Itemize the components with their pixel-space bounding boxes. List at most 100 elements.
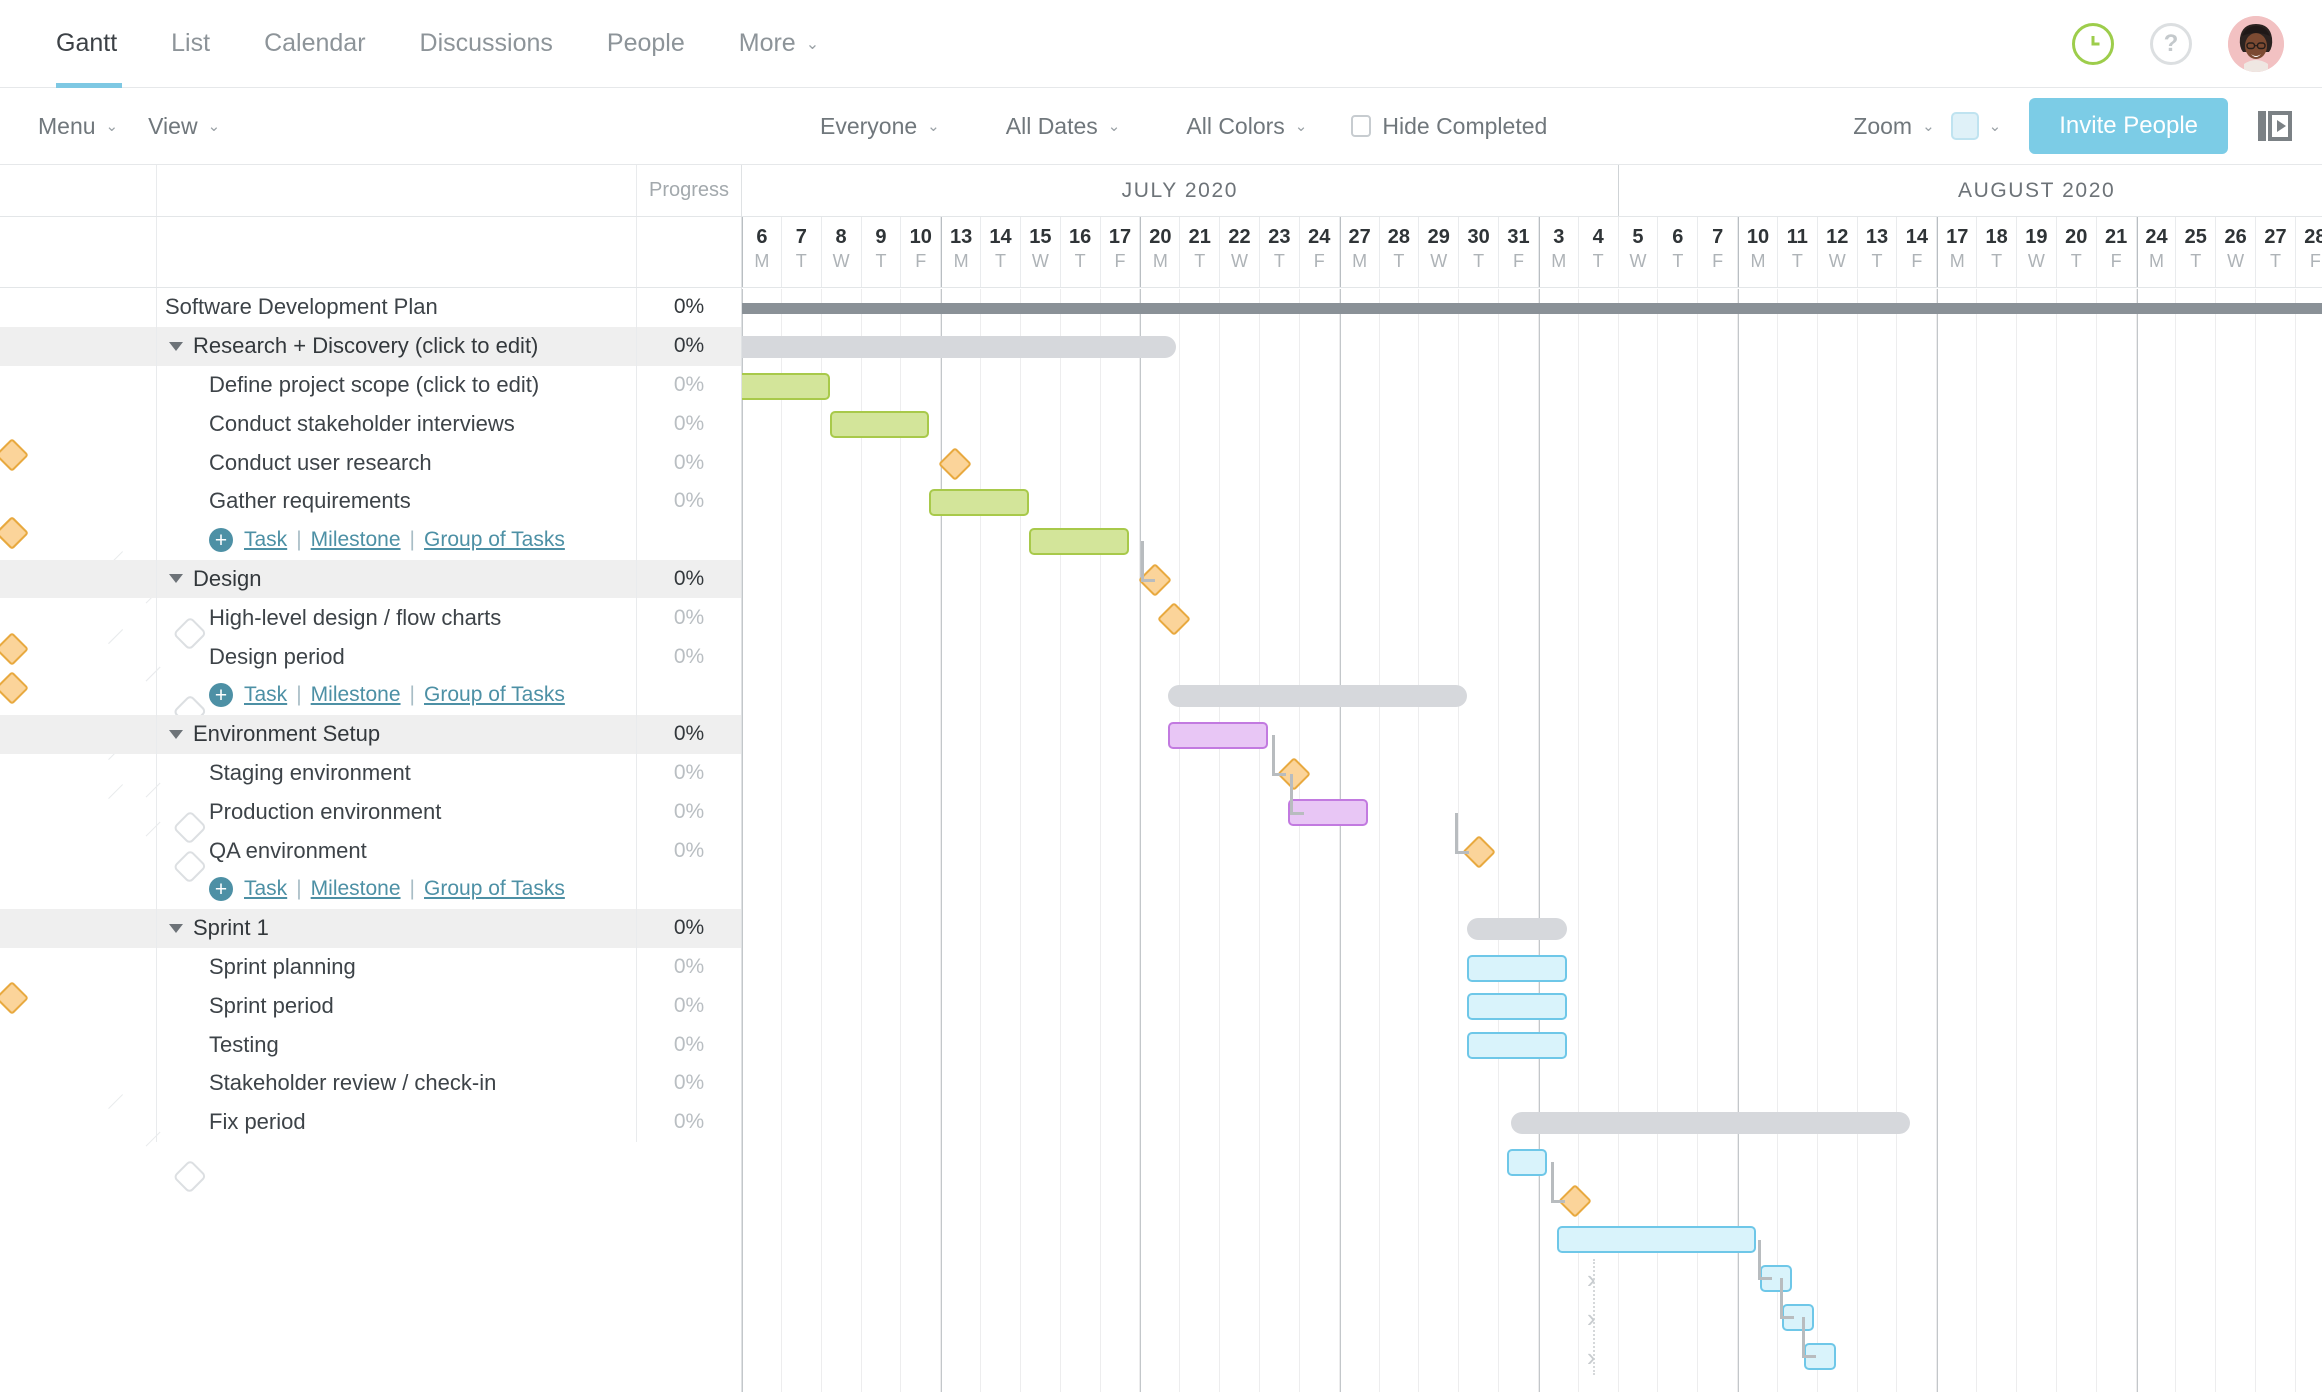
timeline-day-column[interactable]: 22 W xyxy=(1220,217,1260,287)
timeline-day-column[interactable]: 27 M xyxy=(1339,217,1380,287)
progress-cell[interactable]: 0% xyxy=(637,404,741,443)
progress-cell[interactable]: 0% xyxy=(637,1025,741,1064)
milestone-checkbox[interactable] xyxy=(172,1159,208,1194)
progress-cell[interactable]: 0% xyxy=(637,560,741,599)
progress-cell[interactable]: 0% xyxy=(637,986,741,1025)
progress-cell[interactable]: 0% xyxy=(637,327,741,366)
hide-completed-toggle[interactable]: Hide Completed xyxy=(1351,113,1547,140)
timeline-day-column[interactable]: 20 M xyxy=(1140,217,1181,287)
task-name-cell[interactable]: Environment Setup xyxy=(157,714,637,754)
progress-cell[interactable]: 0% xyxy=(637,1103,741,1142)
timeline-day-column[interactable]: 20 T xyxy=(2057,217,2097,287)
table-row[interactable]: Conduct user research 0% xyxy=(0,443,741,482)
progress-cell[interactable]: 0% xyxy=(637,948,741,987)
task-name-cell[interactable]: Production environment xyxy=(157,792,637,832)
hide-completed-checkbox[interactable] xyxy=(1351,115,1372,137)
collapse-triangle-icon[interactable] xyxy=(169,574,183,584)
task-bar[interactable] xyxy=(1507,1148,1547,1176)
task-name-cell[interactable]: Conduct user research xyxy=(157,443,637,482)
progress-cell[interactable] xyxy=(146,1133,234,1221)
table-row[interactable]: Sprint planning 0% xyxy=(0,947,741,987)
timeline-day-column[interactable]: 7F xyxy=(1698,217,1739,287)
colors-filter-dropdown[interactable]: All Colors ⌄ xyxy=(1186,113,1307,140)
timeline-day-column[interactable]: 7T xyxy=(782,217,822,287)
timeline-day-column[interactable]: 21 F xyxy=(2097,217,2137,287)
task-name-cell[interactable]: Software Development Plan xyxy=(157,288,637,327)
timeline-day-column[interactable]: 28 F xyxy=(2296,217,2322,287)
task-bar[interactable] xyxy=(929,488,1029,516)
timeline-day-column[interactable]: 10 F xyxy=(901,217,942,287)
timeline-day-column[interactable]: 10 M xyxy=(1738,217,1778,287)
add-task-link[interactable]: Task xyxy=(244,683,287,707)
milestone-diamond[interactable] xyxy=(1157,601,1192,636)
dates-filter-dropdown[interactable]: All Dates ⌄ xyxy=(1006,113,1121,140)
table-row[interactable]: Fix period 0% xyxy=(0,1102,741,1142)
timeline-day-column[interactable]: 24 F xyxy=(1300,217,1340,287)
timeline-day-column[interactable]: 14 F xyxy=(1897,217,1938,287)
nav-tab-calendar[interactable]: Calendar xyxy=(237,0,392,87)
table-row[interactable]: Define project scope (click to edit) 0% xyxy=(0,365,741,405)
timeline-day-column[interactable]: 6T xyxy=(1658,217,1699,287)
group-summary-bar[interactable] xyxy=(1168,685,1468,708)
project-summary-bar[interactable] xyxy=(742,302,2322,314)
task-name-cell[interactable]: Research + Discovery (click to edit) xyxy=(157,326,637,366)
add-milestone-link[interactable]: Milestone xyxy=(311,683,401,707)
progress-cell[interactable]: 0% xyxy=(637,831,741,870)
timeline-day-column[interactable]: 17 M xyxy=(1937,217,1978,287)
timeline-day-column[interactable]: 28 T xyxy=(1380,217,1420,287)
task-bar[interactable] xyxy=(742,372,830,400)
timeline-day-column[interactable]: 13 T xyxy=(1858,217,1898,287)
task-name-cell[interactable]: High-level design / flow charts xyxy=(157,598,637,638)
timeline-day-column[interactable]: 26 W xyxy=(2216,217,2257,287)
plus-circle-icon[interactable]: + xyxy=(209,528,233,553)
nav-tab-more[interactable]: More ⌄ xyxy=(712,0,846,87)
progress-cell[interactable]: 0% xyxy=(637,288,741,327)
table-row[interactable]: QA environment 0% xyxy=(0,831,741,870)
group-summary-bar[interactable] xyxy=(1511,1112,1910,1135)
task-bar[interactable] xyxy=(1467,954,1567,982)
table-row[interactable]: Stakeholder review / check-in 0% xyxy=(0,1063,741,1103)
progress-cell[interactable]: 0% xyxy=(637,598,741,637)
task-name-cell[interactable]: Gather requirements xyxy=(157,481,637,521)
add-group-link[interactable]: Group of Tasks xyxy=(424,683,565,707)
timeline-day-column[interactable]: 5W xyxy=(1619,217,1659,287)
zoom-dropdown[interactable]: Zoom ⌄ xyxy=(1853,113,1934,140)
table-row[interactable]: Testing 0% xyxy=(0,1025,741,1064)
group-summary-bar[interactable] xyxy=(1467,918,1567,941)
task-bar[interactable] xyxy=(1168,721,1269,749)
milestone-diamond[interactable] xyxy=(938,446,973,481)
progress-cell[interactable]: 0% xyxy=(637,482,741,521)
table-row[interactable]: Gather requirements 0% xyxy=(0,481,741,521)
task-name-cell[interactable]: Design period xyxy=(157,637,637,676)
task-name-cell[interactable]: Define project scope (click to edit) xyxy=(157,365,637,405)
group-row[interactable]: Environment Setup 0% xyxy=(0,714,741,754)
task-name-cell[interactable]: Stakeholder review / check-in xyxy=(157,1063,637,1103)
timeline-day-column[interactable]: 30 T xyxy=(1459,217,1500,287)
timeline-day-column[interactable]: 27 T xyxy=(2256,217,2296,287)
group-row[interactable]: Sprint 1 0% xyxy=(0,908,741,948)
task-name-cell[interactable]: Sprint 1 xyxy=(157,908,637,948)
plus-circle-icon[interactable]: + xyxy=(209,683,233,708)
timeline-day-column[interactable]: 11 T xyxy=(1778,217,1818,287)
timeline-day-column[interactable]: 23 T xyxy=(1260,217,1300,287)
nav-tab-gantt[interactable]: Gantt xyxy=(34,0,144,88)
nav-tab-list[interactable]: List xyxy=(144,0,237,87)
timeline-day-column[interactable]: 25 T xyxy=(2176,217,2217,287)
add-group-link[interactable]: Group of Tasks xyxy=(424,877,565,901)
avatar[interactable] xyxy=(2228,15,2284,72)
help-icon[interactable]: ? xyxy=(2150,22,2192,65)
view-dropdown[interactable]: View ⌄ xyxy=(148,113,220,140)
task-bar[interactable] xyxy=(829,411,930,439)
collapse-triangle-icon[interactable] xyxy=(169,341,183,351)
table-row[interactable]: Production environment 0% xyxy=(0,792,741,832)
task-bar[interactable] xyxy=(1556,1226,1757,1254)
present-icon[interactable] xyxy=(2256,107,2294,145)
task-bar[interactable] xyxy=(1467,993,1567,1021)
add-task-link[interactable]: Task xyxy=(244,528,287,552)
group-summary-bar[interactable] xyxy=(742,336,1177,359)
timeline-day-column[interactable]: 9T xyxy=(862,217,902,287)
task-name-cell[interactable]: QA environment xyxy=(157,831,637,870)
add-task-link[interactable]: Task xyxy=(244,877,287,901)
task-name-cell[interactable]: Fix period xyxy=(157,1102,637,1142)
chevron-right-icon[interactable]: › xyxy=(1587,1305,1596,1331)
